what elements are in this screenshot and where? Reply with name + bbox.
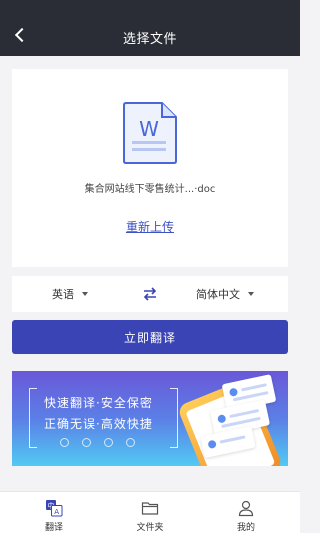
swap-languages-icon[interactable]: [142, 286, 158, 302]
lightning-icon: [126, 438, 135, 447]
tab-label: 文件夹: [136, 523, 164, 533]
shield-icon: [82, 438, 91, 447]
promo-banner[interactable]: 快速翻译·安全保密 正确无误·高效快捷: [12, 371, 288, 466]
bracket-decoration: [29, 388, 37, 448]
bottom-tab-bar: 中 A 翻译 文件夹 我的: [0, 491, 300, 533]
banner-slogan-line2: 正确无误·高效快捷: [44, 417, 153, 431]
tab-translate[interactable]: 中 A 翻译: [4, 492, 104, 533]
source-language-select[interactable]: 英语: [52, 276, 88, 312]
tab-profile[interactable]: 我的: [196, 492, 296, 533]
tab-label: 我的: [236, 523, 255, 533]
page-title: 选择文件: [122, 32, 177, 47]
caret-down-icon: [82, 292, 88, 296]
language-selector-bar: 英语 简体中文: [12, 276, 288, 312]
translate-icon: 中 A: [46, 500, 63, 517]
title-bar: 选择文件: [0, 0, 300, 56]
svg-text:A: A: [54, 508, 59, 516]
target-icon: [104, 438, 113, 447]
file-card: W 集合网站线下零售统计...·doc 重新上传: [12, 69, 288, 267]
rocket-icon: [60, 438, 69, 447]
target-language-label: 简体中文: [196, 288, 240, 301]
target-language-select[interactable]: 简体中文: [196, 276, 254, 312]
caret-down-icon: [248, 292, 254, 296]
doc-icon: [228, 387, 239, 397]
bracket-decoration: [170, 388, 178, 448]
svg-text:W: W: [139, 117, 159, 141]
tab-label: 翻译: [44, 523, 63, 533]
word-document-icon: W: [123, 102, 177, 164]
doc-icon: [207, 439, 217, 450]
feature-icons: [60, 438, 135, 447]
folder-icon: [141, 502, 159, 515]
banner-slogan-line1: 快速翻译·安全保密: [44, 396, 153, 410]
doc-icon: [217, 414, 227, 424]
user-icon: [238, 500, 254, 517]
tab-folder[interactable]: 文件夹: [100, 492, 200, 533]
file-name: 集合网站线下零售统计...·doc: [84, 184, 216, 195]
reupload-link[interactable]: 重新上传: [12, 218, 288, 235]
source-language-label: 英语: [52, 288, 74, 301]
translate-now-button[interactable]: 立即翻译: [12, 320, 288, 354]
